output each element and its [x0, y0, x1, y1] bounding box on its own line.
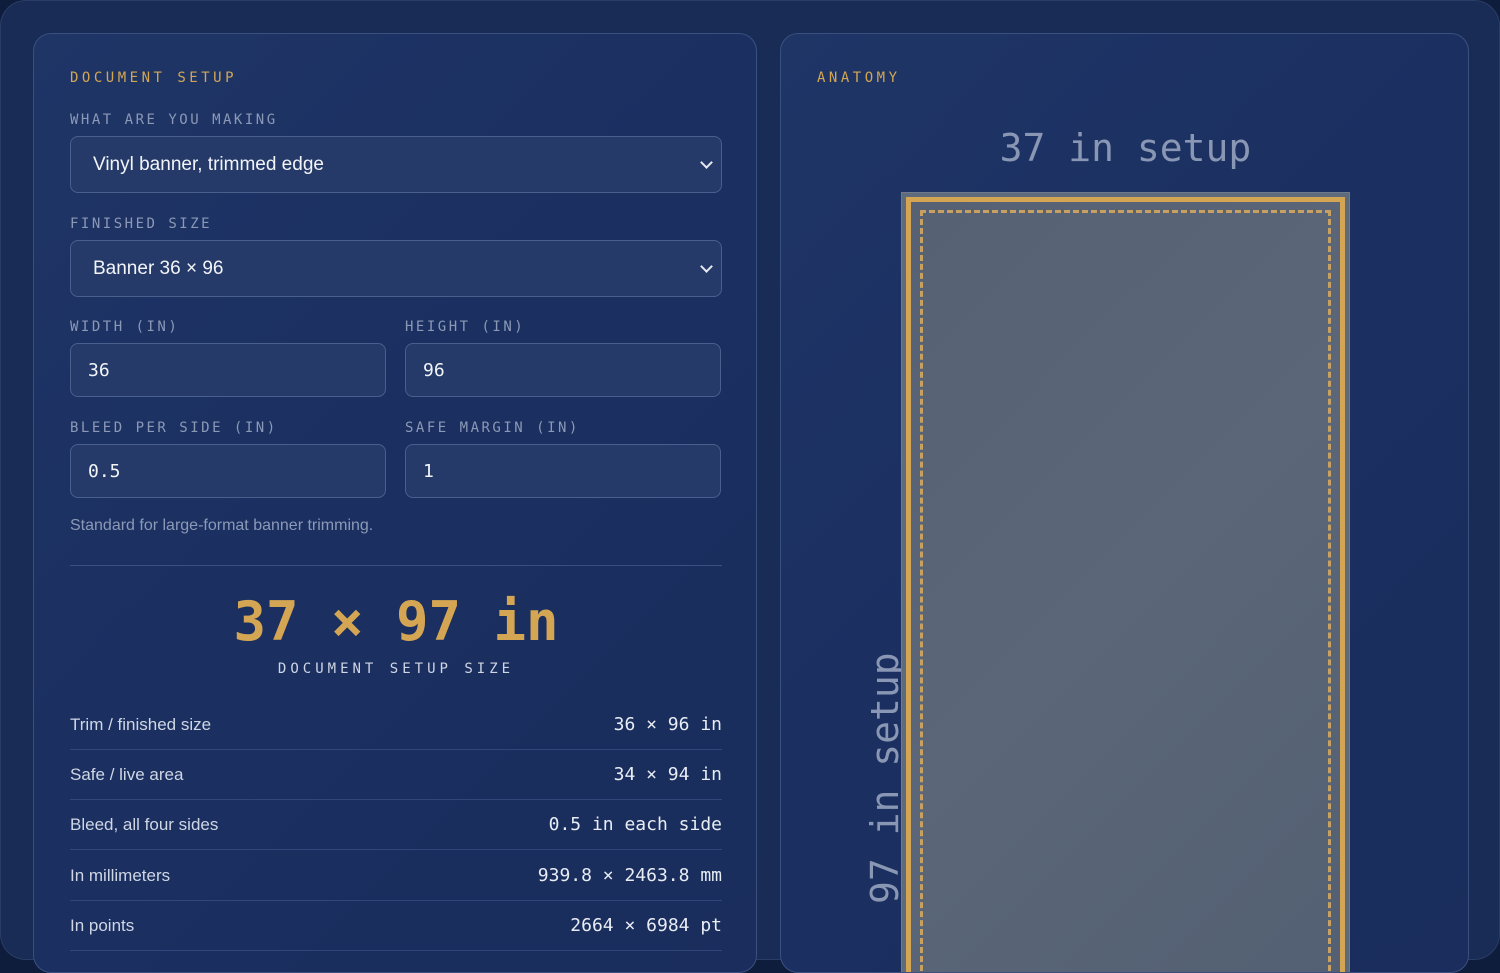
divider [70, 565, 722, 566]
width-input[interactable]: 36 [70, 343, 386, 397]
width-input-value: 36 [88, 359, 110, 381]
finished-size-select[interactable]: Banner 36 × 96 [70, 240, 722, 297]
safe-area-guide [920, 210, 1331, 972]
spec-row-points: In points 2664 × 6984 pt [70, 901, 722, 951]
spec-value: 36 × 96 in [613, 714, 722, 735]
making-select[interactable]: Vinyl banner, trimmed edge [70, 136, 722, 193]
spec-value: 0.5 in each side [548, 814, 722, 835]
bleed-input[interactable]: 0.5 [70, 444, 386, 498]
safe-margin-label: SAFE MARGIN (IN) [405, 420, 580, 436]
spec-row-safe: Safe / live area 34 × 94 in [70, 750, 722, 800]
bleed-hint: Standard for large-format banner trimmin… [70, 517, 374, 534]
safe-margin-input[interactable]: 1 [405, 444, 721, 498]
chevron-down-icon [700, 259, 713, 273]
making-select-value: Vinyl banner, trimmed edge [93, 153, 324, 175]
document-setup-size-caption: DOCUMENT SETUP SIZE [277, 661, 515, 677]
spec-value: 939.8 × 2463.8 mm [537, 865, 722, 886]
spec-row-bleed: Bleed, all four sides 0.5 in each side [70, 800, 722, 850]
bleed-input-value: 0.5 [88, 460, 121, 482]
height-input[interactable]: 96 [405, 343, 721, 397]
chevron-down-icon [700, 155, 713, 169]
anatomy-panel: ANATOMY 37 in setup 97 in setup [780, 33, 1469, 973]
document-setup-heading: DOCUMENT SETUP [70, 70, 238, 86]
document-setup-panel: DOCUMENT SETUP WHAT ARE YOU MAKING Vinyl… [33, 33, 757, 973]
spec-value: 34 × 94 in [613, 764, 722, 785]
height-label: HEIGHT (IN) [405, 319, 526, 335]
spec-row-millimeters: In millimeters 939.8 × 2463.8 mm [70, 851, 722, 901]
anatomy-width-label: 37 in setup [999, 126, 1252, 170]
bleed-label: BLEED PER SIDE (IN) [70, 420, 278, 436]
anatomy-heading: ANATOMY [817, 70, 901, 86]
height-input-value: 96 [423, 359, 445, 381]
spec-row-trim: Trim / finished size 36 × 96 in [70, 700, 722, 750]
finished-size-label: FINISHED SIZE [70, 216, 213, 232]
making-label: WHAT ARE YOU MAKING [70, 112, 278, 128]
spec-label: Trim / finished size [70, 714, 212, 734]
width-label: WIDTH (IN) [70, 319, 180, 335]
safe-margin-input-value: 1 [423, 460, 434, 482]
spec-label: Bleed, all four sides [70, 814, 219, 834]
finished-size-select-value: Banner 36 × 96 [93, 257, 224, 279]
spec-label: In points [70, 915, 135, 935]
spec-value: 2664 × 6984 pt [570, 915, 722, 936]
spec-label: In millimeters [70, 865, 171, 885]
document-setup-size-value: 37 × 97 in [233, 590, 559, 653]
spec-label: Safe / live area [70, 764, 184, 784]
app-frame: DOCUMENT SETUP WHAT ARE YOU MAKING Vinyl… [0, 0, 1500, 973]
